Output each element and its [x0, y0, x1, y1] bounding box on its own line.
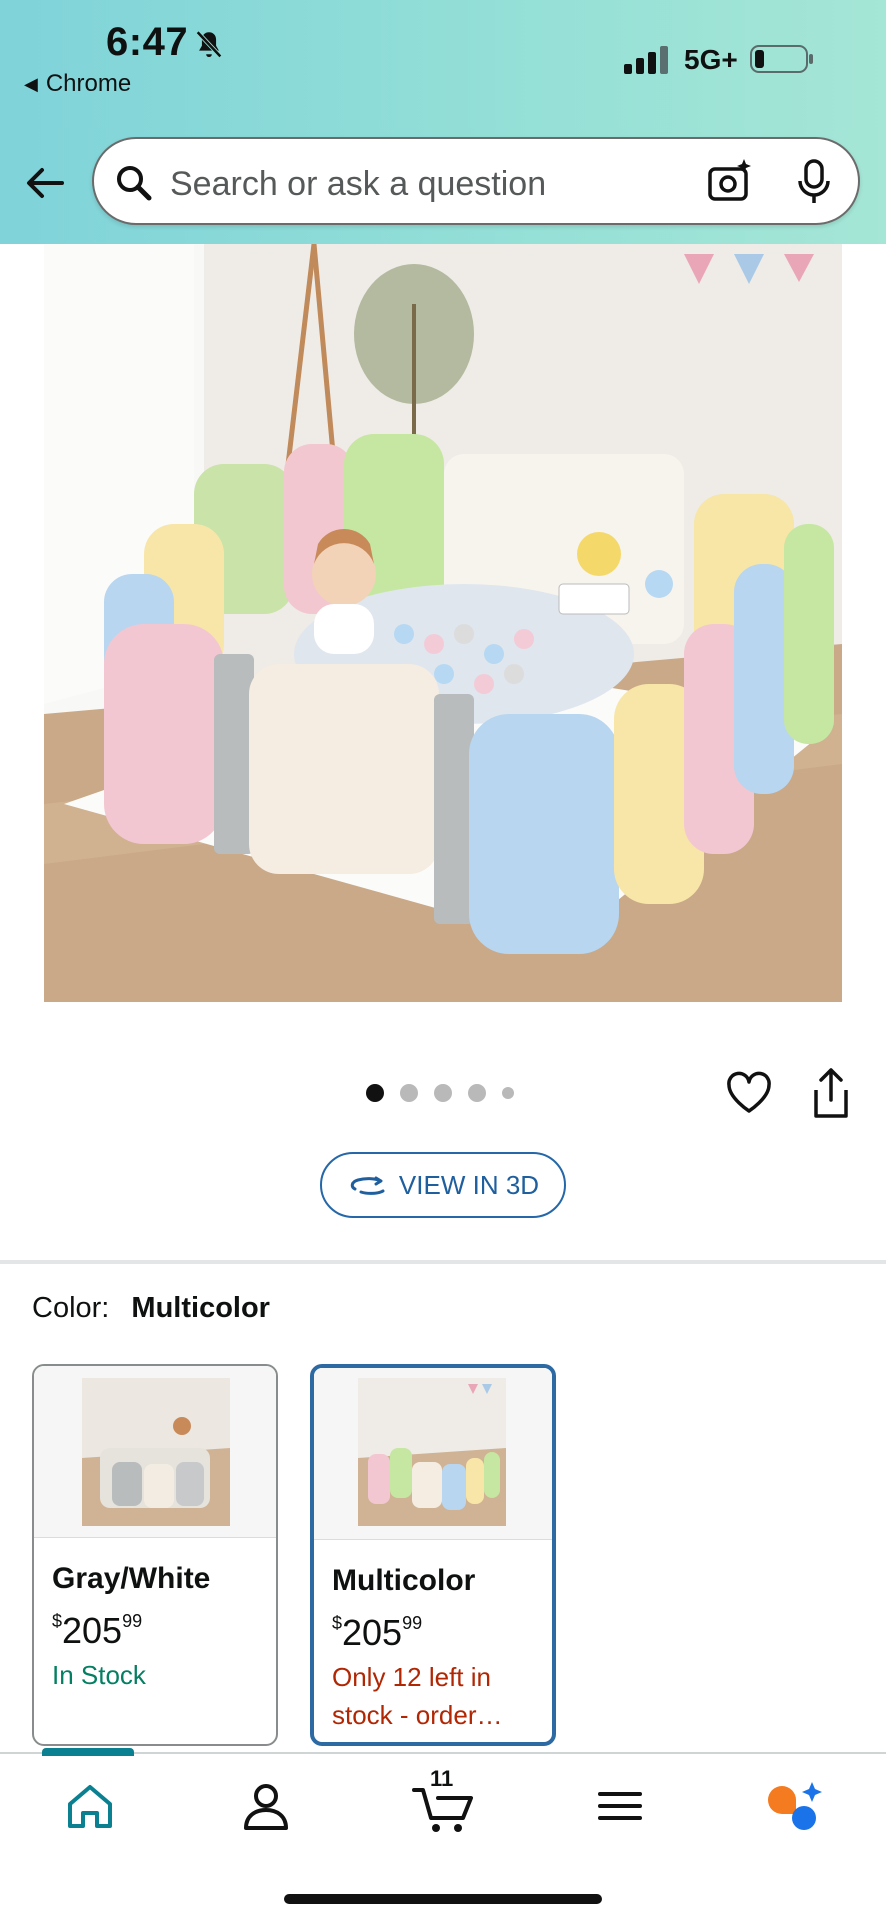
battery-icon [750, 45, 813, 73]
active-tab-indicator [42, 1748, 134, 1756]
view-in-3d-label: VIEW IN 3D [398, 1169, 540, 1200]
price-fraction: 99 [122, 1611, 143, 1631]
image-pagination[interactable] [366, 1084, 514, 1102]
variant-name: Gray/White [52, 1562, 211, 1595]
search-bar[interactable]: Search or ask a question [92, 137, 860, 225]
product-image[interactable] [44, 244, 842, 1002]
pagination-dot[interactable] [434, 1084, 452, 1102]
variant-price: $20599 [52, 1610, 142, 1652]
variant-gray-white-image [82, 1378, 230, 1526]
variant-thumbnail [34, 1366, 276, 1538]
camera-search-icon[interactable] [704, 157, 754, 207]
variant-multicolor-image [358, 1378, 506, 1526]
stock-status: In Stock [52, 1660, 146, 1690]
back-to-app-link[interactable]: ◀ Chrome [24, 70, 131, 98]
product-screen: 6:47 ◀ Chrome 5G+ Search or ask a questi… [0, 0, 886, 1920]
microphone-icon[interactable] [794, 157, 834, 207]
bottom-navigation: 11 [0, 1748, 886, 1920]
playpen-illustration [44, 244, 842, 1002]
account-icon[interactable] [238, 1778, 294, 1834]
variant-card-multicolor[interactable]: Multicolor $20599 Only 12 left in stock … [310, 1364, 556, 1746]
variant-card-gray-white[interactable]: Gray/White $20599 In Stock [32, 1364, 278, 1746]
back-app-label: Chrome [45, 70, 132, 97]
share-icon[interactable] [808, 1066, 854, 1120]
signal-icon [624, 46, 668, 74]
variant-name: Multicolor [332, 1564, 476, 1597]
price-whole: 205 [342, 1612, 403, 1653]
price-whole: 205 [62, 1610, 123, 1651]
rotate-3d-icon [350, 1176, 385, 1195]
heart-icon[interactable] [724, 1068, 774, 1118]
pagination-dot[interactable] [468, 1084, 486, 1102]
pagination-dot[interactable] [502, 1087, 514, 1099]
cart-icon[interactable] [412, 1778, 476, 1834]
top-header: 6:47 ◀ Chrome 5G+ Search or ask a questi… [0, 0, 886, 244]
price-currency: $ [52, 1611, 63, 1631]
price-fraction: 99 [402, 1613, 423, 1633]
color-label: Color: [32, 1292, 110, 1324]
pagination-dot[interactable] [400, 1084, 418, 1102]
stock-status: Only 12 left in stock - order… [332, 1662, 503, 1730]
color-selector-label: Color: Multicolor [32, 1292, 270, 1325]
variant-price: $20599 [332, 1612, 422, 1654]
rufus-assistant-icon[interactable] [764, 1778, 824, 1834]
back-triangle-icon: ◀ [24, 73, 38, 94]
status-time: 6:47 [106, 20, 189, 64]
pagination-dot[interactable] [366, 1084, 384, 1102]
home-indicator-bar [284, 1894, 602, 1904]
home-icon[interactable] [62, 1778, 118, 1834]
search-input[interactable]: Search or ask a question [170, 165, 546, 204]
selected-color: Multicolor [131, 1292, 270, 1324]
price-currency: $ [332, 1613, 343, 1633]
view-in-3d-button[interactable]: VIEW IN 3D [320, 1152, 566, 1218]
variant-thumbnail [314, 1368, 552, 1540]
network-label: 5G+ [684, 44, 738, 75]
menu-icon[interactable] [592, 1778, 648, 1834]
search-icon [117, 166, 152, 201]
bell-muted-icon [196, 30, 222, 58]
back-arrow-icon[interactable] [22, 160, 68, 206]
section-divider [0, 1260, 886, 1264]
